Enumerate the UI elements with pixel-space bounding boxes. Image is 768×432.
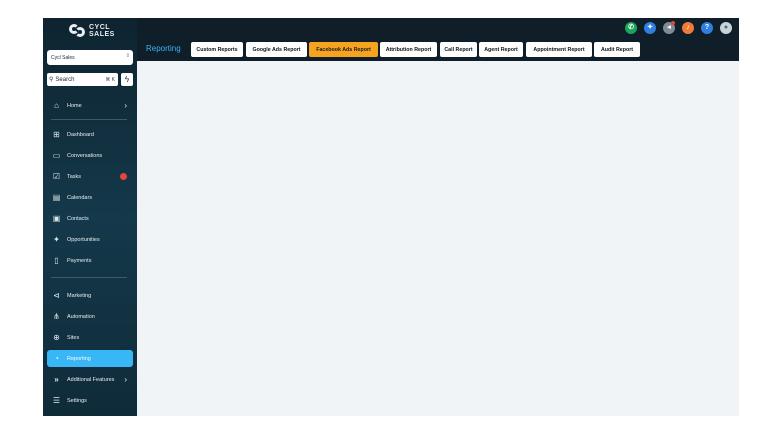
brand-line2: SALES [89, 31, 115, 38]
tab-custom-reports[interactable]: Custom Reports [191, 42, 243, 57]
opportunities-icon: ✦ [53, 235, 60, 244]
megaphone-icon: ⊲ [53, 291, 60, 300]
globe-icon: ⊕ [53, 333, 60, 342]
sidebar-item-reporting[interactable]: ◔ Reporting [47, 350, 133, 367]
top-bar: Reporting Custom Reports Google Ads Repo… [137, 18, 739, 61]
tab-appointment-report[interactable]: Appointment Report [526, 42, 592, 57]
tab-google-ads-report[interactable]: Google Ads Report [246, 42, 307, 57]
contacts-icon: ▣ [52, 214, 61, 223]
chevron-updown-icon: ⇕ [125, 53, 130, 59]
sidebar-item-additional-features[interactable]: » Additional Features › [47, 371, 133, 388]
sidebar-divider [51, 119, 127, 120]
account-name: Cycl Sales [51, 54, 75, 61]
sidebar-item-home[interactable]: ⌂ Home › [47, 97, 133, 114]
page-title: Reporting [146, 44, 181, 53]
search-label: Search [55, 76, 75, 83]
sidebar-divider [51, 277, 127, 278]
tab-call-report[interactable]: Call Report [440, 42, 477, 57]
phone-icon[interactable]: ✆ [625, 22, 637, 34]
chat-icon: ▭ [52, 151, 61, 160]
account-switcher[interactable]: Cycl Sales ⇕ [47, 50, 133, 65]
search-shortcut: ⌘ K [105, 76, 115, 83]
quick-action-button[interactable]: ϟ [121, 73, 133, 86]
tasks-icon: ☑ [52, 172, 61, 181]
sidebar-item-dashboard[interactable]: ⊞ Dashboard [47, 126, 133, 143]
bell-icon[interactable]: ♪ [682, 22, 694, 34]
logo-mark-icon [69, 23, 87, 39]
sidebar-item-conversations[interactable]: ▭ Conversations [47, 147, 133, 164]
bolt-icon: ϟ [124, 75, 130, 84]
sidebar-item-calendars[interactable]: ▤ Calendars [47, 189, 133, 206]
sidebar-item-sites[interactable]: ⊕ Sites [47, 329, 133, 346]
home-icon: ⌂ [54, 101, 59, 110]
dashboard-icon: ⊞ [53, 130, 60, 139]
calendar-icon: ▤ [52, 193, 61, 202]
sidebar-item-automation[interactable]: ⋔ Automation [47, 308, 133, 325]
notification-dot [671, 21, 675, 25]
automation-icon: ⋔ [53, 312, 60, 321]
reporting-icon: ◔ [54, 354, 59, 363]
report-content-area [137, 61, 739, 416]
tab-attribution-report[interactable]: Attribution Report [380, 42, 437, 57]
search-button[interactable]: ⚲ Search ⌘ K [47, 73, 118, 86]
tab-facebook-ads-report[interactable]: Facebook Ads Report [309, 42, 378, 57]
sparkle-icon[interactable]: ✦ [644, 22, 656, 34]
double-chevron-icon: » [54, 375, 59, 384]
payments-icon: ▯ [54, 256, 59, 265]
tasks-badge [120, 173, 127, 180]
avatar[interactable]: ● [720, 22, 732, 34]
brand-logo[interactable]: CYCL SALES [69, 21, 115, 41]
sidebar-item-contacts[interactable]: ▣ Contacts [47, 210, 133, 227]
sidebar-item-settings[interactable]: ☰ Settings [47, 392, 133, 409]
tab-agent-report[interactable]: Agent Report [479, 42, 523, 57]
sidebar-item-marketing[interactable]: ⊲ Marketing [47, 287, 133, 304]
sidebar: CYCL SALES Cycl Sales ⇕ ⚲ Search ⌘ K ϟ ⌂… [43, 18, 137, 416]
settings-icon: ☰ [52, 396, 61, 405]
app-window: CYCL SALES Cycl Sales ⇕ ⚲ Search ⌘ K ϟ ⌂… [43, 18, 739, 416]
chevron-right-icon: › [124, 101, 127, 110]
search-icon: ⚲ [49, 77, 54, 83]
help-icon[interactable]: ? [701, 22, 713, 34]
sidebar-item-opportunities[interactable]: ✦ Opportunities [47, 231, 133, 248]
chevron-right-icon: › [124, 375, 127, 384]
sidebar-item-payments[interactable]: ▯ Payments [47, 252, 133, 269]
tab-audit-report[interactable]: Audit Report [594, 42, 640, 57]
brand-line1: CYCL [89, 24, 111, 31]
